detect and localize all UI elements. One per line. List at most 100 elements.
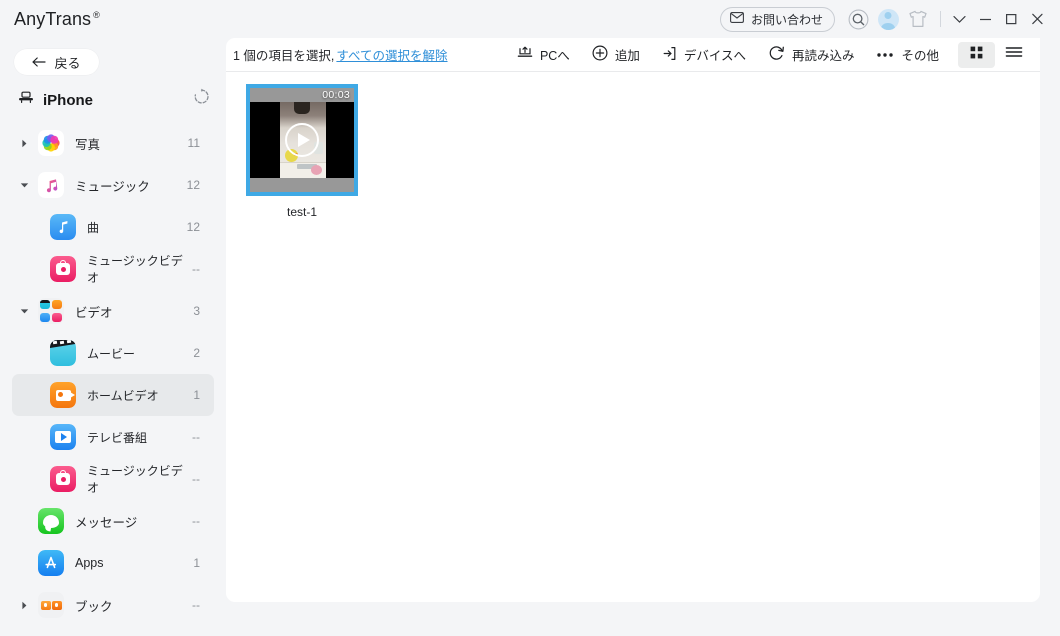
contact-button[interactable]: お問い合わせ <box>719 6 835 32</box>
list-view-button[interactable] <box>995 42 1032 68</box>
sidebar: 戻る iPhone 写真 11 ミュージック 12 曲 12 ミュージックビデオ… <box>0 38 226 636</box>
sidebar-item-count: 12 <box>186 220 200 234</box>
chevron-down-icon[interactable] <box>19 180 29 190</box>
device-name: iPhone <box>43 91 94 109</box>
toolbar-actions: PCへ 追加 デバイスへ 再読み込み その他 <box>506 41 1032 68</box>
chevron-right-icon[interactable] <box>19 138 29 148</box>
books-icon <box>38 592 64 618</box>
registered-mark: ® <box>93 10 100 20</box>
sidebar-item-label: 写真 <box>75 137 101 152</box>
sidebar-item-2[interactable]: 曲 12 <box>12 206 214 248</box>
deselect-all-link[interactable]: すべての選択を解除 <box>336 45 447 64</box>
view-toggle-group <box>958 41 1032 68</box>
to-device-icon <box>662 46 677 64</box>
list-view-icon <box>1005 45 1023 64</box>
sidebar-item-label: ビデオ <box>75 305 113 320</box>
sidebar-item-label: メッセージ <box>75 515 138 530</box>
appstore-icon <box>38 550 64 576</box>
sidebar-refresh-button[interactable] <box>189 86 214 111</box>
toolbar-action-more[interactable]: その他 <box>865 42 950 68</box>
contact-label: お問い合わせ <box>750 12 823 27</box>
sidebar-item-6[interactable]: ホームビデオ 1 <box>12 374 214 416</box>
sidebar-item-label: ブック <box>75 599 113 614</box>
sidebar-item-5[interactable]: ムービー 2 <box>12 332 214 374</box>
close-icon[interactable] <box>1024 4 1050 34</box>
sidebar-item-label: ミュージックビデオ <box>87 254 183 285</box>
tvshows-icon <box>50 424 76 450</box>
sidebar-item-count: 2 <box>193 346 200 360</box>
video-duration: 00:03 <box>322 89 350 101</box>
sidebar-item-count: 1 <box>193 388 200 402</box>
tshirt-icon[interactable] <box>903 4 933 34</box>
app-title: AnyTrans <box>14 9 92 29</box>
grid-view-button[interactable] <box>958 41 995 68</box>
sidebar-item-label: ミュージック <box>75 179 150 194</box>
refresh-icon <box>193 88 210 110</box>
chevron-down-icon[interactable] <box>946 4 972 34</box>
search-icon[interactable] <box>843 4 873 34</box>
sidebar-item-1[interactable]: ミュージック 12 <box>12 164 214 206</box>
sidebar-item-4[interactable]: ビデオ 3 <box>12 290 214 332</box>
sidebar-item-count: 1 <box>193 556 200 570</box>
back-button[interactable]: 戻る <box>14 49 99 75</box>
videos-icon <box>38 298 64 324</box>
sidebar-item-count: -- <box>192 430 200 444</box>
sidebar-item-3[interactable]: ミュージックビデオ -- <box>12 248 214 290</box>
sidebar-item-count: -- <box>192 514 200 528</box>
titlebar-divider <box>940 11 941 27</box>
anytrans-window: AnyTrans ® お問い合わせ 戻る iPhone 写真 11 ミュージック… <box>0 0 1060 636</box>
arrow-left-icon <box>32 55 47 70</box>
sidebar-item-count: -- <box>192 472 200 486</box>
more-dots-icon <box>876 48 894 62</box>
maximize-icon[interactable] <box>998 4 1024 34</box>
music-icon <box>38 172 64 198</box>
homevideo-icon <box>50 382 76 408</box>
toolbar-action-label: その他 <box>901 49 939 63</box>
avatar[interactable] <box>873 4 903 34</box>
video-thumbnail[interactable]: 00:03 <box>246 84 358 196</box>
sidebar-item-label: ホームビデオ <box>87 388 159 403</box>
chevron-right-icon[interactable] <box>19 600 29 610</box>
media-item[interactable]: 00:03 test-1 <box>246 84 358 219</box>
toolbar-action-add[interactable]: 追加 <box>581 42 651 68</box>
toolbar-action-to-pc[interactable]: PCへ <box>506 42 581 68</box>
musicvideo-icon <box>50 256 76 282</box>
sidebar-item-8[interactable]: ミュージックビデオ -- <box>12 458 214 500</box>
sidebar-item-count: 3 <box>193 304 200 318</box>
toolbar-action-reload[interactable]: 再読み込み <box>757 42 866 68</box>
toolbar-action-to-device[interactable]: デバイスへ <box>651 42 757 68</box>
musicvideo-icon <box>50 466 76 492</box>
minimize-icon[interactable] <box>972 4 998 34</box>
content-panel: 1 個の項目を選択, すべての選択を解除 PCへ 追加 デバイスへ 再読み込み … <box>226 38 1040 602</box>
sidebar-item-11[interactable]: ブック -- <box>12 584 214 626</box>
grid-view-icon <box>969 45 984 65</box>
movies-icon <box>50 340 76 366</box>
sidebar-item-label: テレビ番組 <box>87 430 148 445</box>
plus-circle-icon <box>592 45 608 64</box>
sidebar-item-count: -- <box>192 598 200 612</box>
sidebar-item-7[interactable]: テレビ番組 -- <box>12 416 214 458</box>
reload-icon <box>768 45 785 65</box>
selection-count-label: 1 個の項目を選択, <box>233 49 335 63</box>
toolbar-action-label: 追加 <box>614 49 640 63</box>
sidebar-item-9[interactable]: メッセージ -- <box>12 500 214 542</box>
thumb-bottom-bar <box>250 178 354 192</box>
sidebar-item-count: 12 <box>186 178 200 192</box>
app-logo: AnyTrans ® <box>14 9 100 30</box>
toolbar-action-label: デバイスへ <box>683 49 746 63</box>
title-bar: AnyTrans ® お問い合わせ <box>0 0 1060 38</box>
photos-icon <box>38 130 64 156</box>
messages-icon <box>38 508 64 534</box>
content-toolbar: 1 個の項目を選択, すべての選択を解除 PCへ 追加 デバイスへ 再読み込み … <box>226 38 1040 72</box>
toolbar-action-label: PCへ <box>539 49 570 63</box>
sidebar-item-0[interactable]: 写真 11 <box>12 122 214 164</box>
sidebar-item-label: ミュージックビデオ <box>87 464 183 495</box>
chevron-down-icon[interactable] <box>19 306 29 316</box>
play-icon[interactable] <box>285 123 319 157</box>
sidebar-item-count: -- <box>192 262 200 276</box>
titlebar-controls: お問い合わせ <box>719 0 1050 38</box>
back-row: 戻る <box>0 44 226 80</box>
sidebar-item-10[interactable]: Apps 1 <box>12 542 214 584</box>
songs-icon <box>50 214 76 240</box>
sidebar-item-count: 11 <box>187 136 200 150</box>
